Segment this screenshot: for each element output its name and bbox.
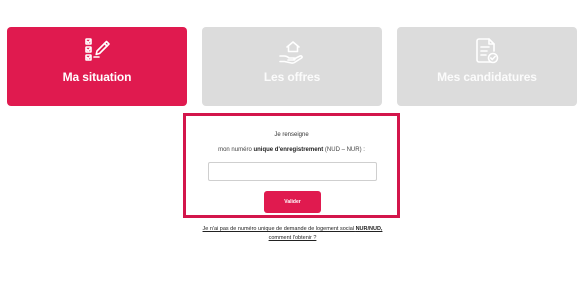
tab-ma-situation[interactable]: Ma situation: [7, 27, 187, 106]
validate-button[interactable]: Valider: [264, 191, 321, 213]
document-check-icon: [476, 38, 499, 64]
tab-les-offres[interactable]: Les offres: [202, 27, 382, 106]
hand-house-icon: [279, 41, 303, 64]
situation-tabs: Ma situation Les offres Mes candidatures: [7, 27, 578, 106]
page: Ma situation Les offres Mes candidatures: [0, 0, 585, 293]
form-title: Je renseigne: [274, 132, 309, 138]
help-line-1-strong: NUR/NUD,: [355, 226, 383, 232]
tab-label: Ma situation: [62, 70, 132, 84]
help-line-1-text: Je n'ai pas de numéro unique de demande …: [202, 226, 355, 232]
help-link-nud[interactable]: Je n'ai pas de numéro unique de demande …: [150, 225, 435, 243]
tab-label: Mes candidatures: [437, 70, 537, 84]
prompt-prefix: mon numéro: [218, 147, 252, 153]
prompt-suffix: (NUD – NUR) :: [324, 147, 365, 153]
tab-label: Les offres: [263, 70, 321, 84]
help-line-1: Je n'ai pas de numéro unique de demande …: [150, 225, 435, 234]
prompt-strong: unique d'enregistrement: [253, 147, 324, 153]
help-line-2: comment l'obtenir ?: [268, 235, 317, 241]
nud-input[interactable]: [208, 162, 377, 181]
form-prompt: mon numéro unique d'enregistrement (NUD …: [183, 147, 400, 153]
checklist-pen-icon: [85, 38, 110, 61]
tab-mes-candidatures[interactable]: Mes candidatures: [397, 27, 577, 106]
